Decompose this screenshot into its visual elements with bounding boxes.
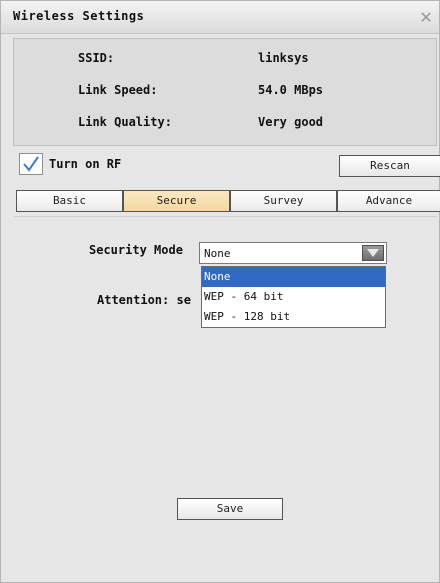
ssid-label: SSID:: [78, 51, 115, 65]
window-title: Wireless Settings: [13, 9, 145, 23]
option-wep-64[interactable]: WEP - 64 bit: [202, 287, 385, 307]
security-mode-select[interactable]: None: [199, 242, 387, 264]
tab-advance[interactable]: Advance: [337, 190, 440, 212]
tab-bar: Basic Secure Survey Advance: [16, 190, 440, 212]
close-icon[interactable]: ✕: [415, 5, 437, 27]
rf-label: Turn on RF: [49, 157, 122, 171]
dropdown-button[interactable]: [362, 245, 384, 261]
link-quality-row: Link Quality: Very good: [14, 115, 436, 135]
rf-checkbox[interactable]: [19, 153, 43, 175]
rescan-button[interactable]: Rescan: [339, 155, 440, 177]
attention-text: Attention: se: [97, 293, 191, 307]
link-speed-row: Link Speed: 54.0 MBps: [14, 83, 436, 103]
option-none[interactable]: None: [202, 267, 385, 287]
check-icon: [23, 156, 39, 172]
tab-basic[interactable]: Basic: [16, 190, 123, 212]
link-speed-label: Link Speed:: [78, 83, 158, 97]
ssid-value: linksys: [258, 51, 309, 65]
security-mode-dropdown-list: None WEP - 64 bit WEP - 128 bit: [201, 266, 386, 328]
link-quality-value: Very good: [258, 115, 324, 129]
save-button[interactable]: Save: [177, 498, 283, 520]
connection-info-panel: SSID: linksys Link Speed: 54.0 MBps Link…: [13, 38, 437, 146]
tab-survey[interactable]: Survey: [230, 190, 337, 212]
tab-secure[interactable]: Secure: [123, 190, 230, 212]
security-mode-value: None: [204, 247, 231, 260]
security-mode-label: Security Mode: [89, 243, 183, 257]
ssid-row: SSID: linksys: [14, 51, 436, 71]
title-bar: Wireless Settings ✕: [1, 1, 439, 34]
option-wep-128[interactable]: WEP - 128 bit: [202, 307, 385, 327]
wireless-settings-window: Wireless Settings ✕ SSID: linksys Link S…: [0, 0, 440, 583]
chevron-down-icon: [367, 249, 379, 257]
link-quality-label: Link Quality:: [78, 115, 172, 129]
link-speed-value: 54.0 MBps: [258, 83, 324, 97]
